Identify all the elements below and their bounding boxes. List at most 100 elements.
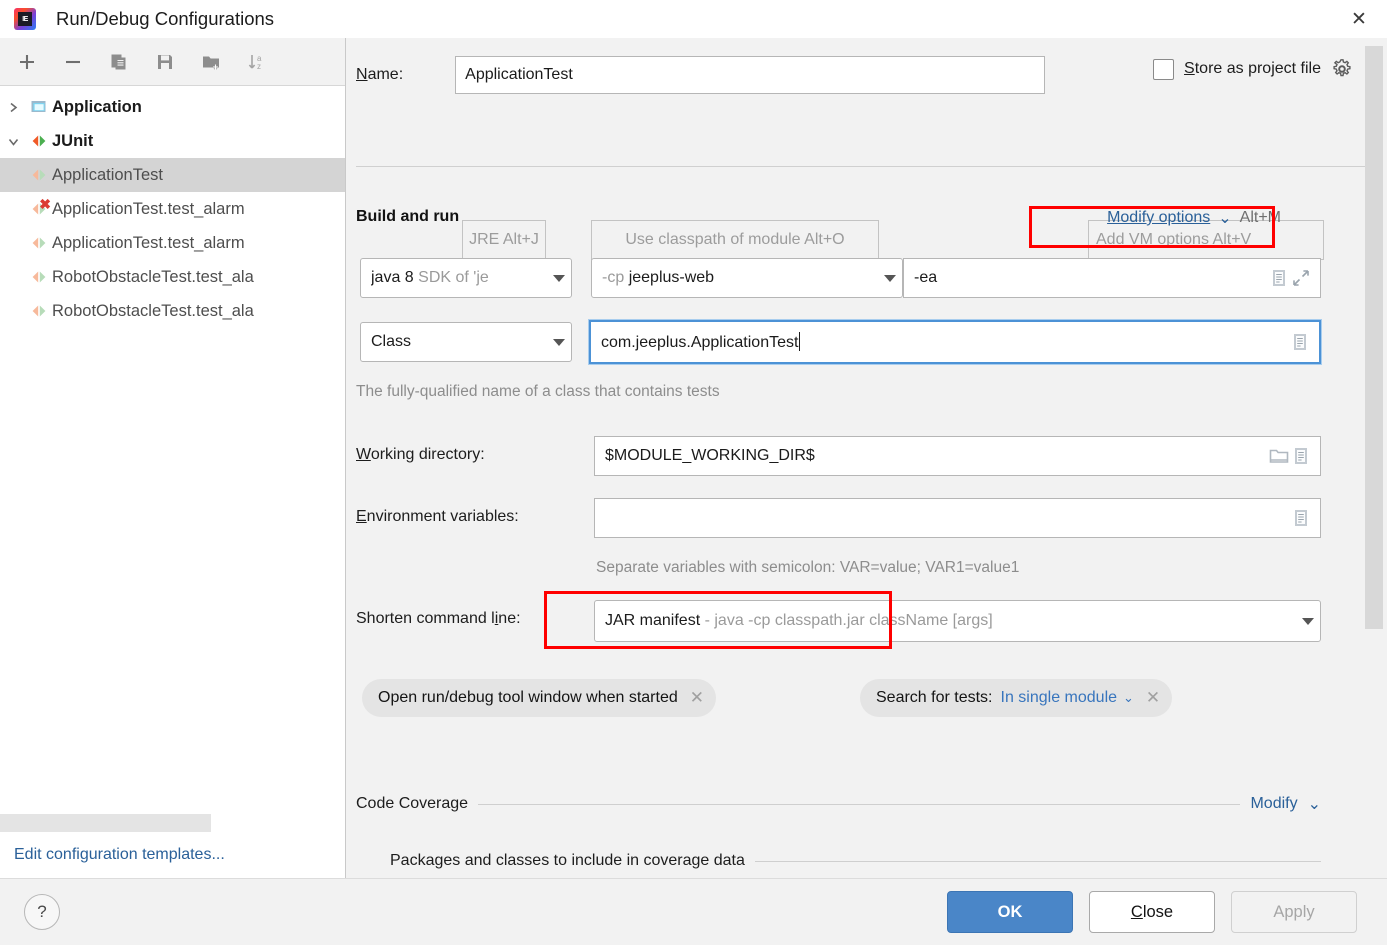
ok-button[interactable]: OK bbox=[947, 891, 1073, 933]
environment-variables-field[interactable] bbox=[594, 498, 1321, 538]
chip-search-for-tests-label: Search for tests: bbox=[876, 689, 993, 706]
footer-buttons: OK Close Apply bbox=[947, 891, 1357, 933]
test-kind-value: Class bbox=[371, 333, 412, 350]
configurations-sidebar: a z Application JUnit ApplicationTest ✖ … bbox=[0, 38, 346, 878]
expand-editor-icon[interactable] bbox=[1268, 269, 1290, 287]
modify-options-shortcut: Alt+M bbox=[1239, 209, 1281, 226]
chevron-down-icon[interactable]: ⌄ bbox=[1308, 794, 1321, 814]
name-input[interactable] bbox=[455, 56, 1046, 94]
vm-options-field[interactable]: -ea bbox=[903, 258, 1321, 298]
chip-open-tool-window-label: Open run/debug tool window when started bbox=[378, 689, 678, 706]
test-class-value: com.jeeplus.ApplicationTest bbox=[601, 332, 1289, 352]
tree-item-label: ApplicationTest.test_alarm bbox=[52, 233, 245, 252]
shorten-command-line-value: JAR manifest - java -cp classpath.jar cl… bbox=[605, 612, 1296, 630]
configurations-tree[interactable]: Application JUnit ApplicationTest ✖ Appl… bbox=[0, 86, 345, 832]
junit-run-icon bbox=[26, 166, 52, 184]
close-button[interactable]: Close bbox=[1089, 891, 1215, 933]
jre-combo[interactable]: java 8 SDK of 'je bbox=[360, 258, 572, 298]
save-configuration-button[interactable] bbox=[146, 45, 184, 79]
chevron-right-icon[interactable] bbox=[0, 101, 26, 114]
vm-options-shortcut-hint-text: Add VM options Alt+V bbox=[1096, 231, 1252, 248]
chip-open-tool-window[interactable]: Open run/debug tool window when started … bbox=[362, 679, 716, 717]
name-label: Name: bbox=[356, 66, 404, 83]
chip-search-for-tests-value[interactable]: In single module bbox=[1001, 689, 1118, 707]
chevron-down-icon[interactable] bbox=[0, 135, 26, 148]
chip-search-for-tests[interactable]: Search for tests: In single module ⌄ ✕ bbox=[860, 679, 1173, 717]
junit-run-icon: ✖ bbox=[26, 196, 52, 218]
help-button[interactable]: ? bbox=[24, 894, 60, 930]
copy-configuration-button[interactable] bbox=[100, 45, 138, 79]
dialog-title: Run/Debug Configurations bbox=[56, 8, 275, 29]
close-icon[interactable]: ✕ bbox=[690, 688, 704, 708]
logo-inner: IE bbox=[18, 12, 32, 26]
expand-editor-icon[interactable] bbox=[1290, 447, 1312, 465]
store-as-project-file-checkbox[interactable] bbox=[1153, 58, 1175, 80]
test-kind-combo[interactable]: Class bbox=[360, 322, 572, 362]
divider bbox=[754, 860, 1321, 862]
sort-configurations-button[interactable]: a z bbox=[238, 45, 276, 79]
tree-item-label: Application bbox=[52, 97, 142, 116]
dialog-body: a z Application JUnit ApplicationTest ✖ … bbox=[0, 38, 1387, 878]
working-directory-field[interactable]: $MODULE_WORKING_DIR$ bbox=[594, 436, 1321, 476]
module-classpath-combo[interactable]: -cp jeeplus-web bbox=[591, 258, 903, 298]
chevron-down-icon[interactable]: ⌄ bbox=[1218, 208, 1231, 228]
close-icon[interactable]: ✕ bbox=[1146, 688, 1160, 708]
new-folder-button[interactable] bbox=[192, 45, 230, 79]
tree-item-applicationtest-test-alarm-error[interactable]: ✖ ApplicationTest.test_alarm bbox=[0, 192, 345, 226]
classpath-shortcut-hint: Use classpath of module Alt+O bbox=[591, 220, 879, 260]
environment-variables-label: Environment variables: bbox=[356, 508, 519, 525]
tree-item-label: RobotObstacleTest.test_ala bbox=[52, 301, 254, 320]
shorten-command-line-label: Shorten command line: bbox=[356, 610, 521, 627]
divider bbox=[478, 803, 1241, 805]
jre-shortcut-hint: JRE Alt+J bbox=[462, 220, 546, 260]
tree-item-robotobstacletest-2[interactable]: RobotObstacleTest.test_ala bbox=[0, 294, 345, 328]
tree-group-application[interactable]: Application bbox=[0, 90, 345, 124]
shorten-command-line-combo[interactable]: JAR manifest - java -cp classpath.jar cl… bbox=[594, 600, 1321, 642]
test-class-field[interactable]: com.jeeplus.ApplicationTest bbox=[589, 320, 1321, 364]
scrollbar-thumb[interactable] bbox=[1365, 46, 1383, 629]
add-configuration-button[interactable] bbox=[8, 45, 46, 79]
coverage-packages-header: Packages and classes to include in cover… bbox=[390, 852, 1321, 870]
configuration-editor-panel: Name: Store as project file Build bbox=[346, 38, 1387, 878]
tree-item-applicationtest-test-alarm[interactable]: ApplicationTest.test_alarm bbox=[0, 226, 345, 260]
code-coverage-modify-link[interactable]: Modify bbox=[1250, 795, 1297, 813]
tree-item-label: JUnit bbox=[52, 131, 94, 150]
module-value-dim: -cp bbox=[602, 269, 625, 286]
code-coverage-title: Code Coverage bbox=[356, 795, 469, 812]
chevron-down-icon bbox=[884, 274, 896, 282]
tree-group-junit[interactable]: JUnit bbox=[0, 124, 345, 158]
tree-item-robotobstacletest-1[interactable]: RobotObstacleTest.test_ala bbox=[0, 260, 345, 294]
gear-icon[interactable] bbox=[1331, 58, 1353, 80]
modify-options-row: Modify options ⌄ Alt+M bbox=[1107, 208, 1281, 228]
code-coverage-section-header: Code Coverage Modify ⌄ bbox=[356, 794, 1321, 814]
junit-icon bbox=[26, 132, 52, 150]
junit-run-icon bbox=[26, 268, 52, 286]
coverage-packages-title: Packages and classes to include in cover… bbox=[390, 852, 745, 869]
tree-item-applicationtest[interactable]: ApplicationTest bbox=[0, 158, 345, 192]
expand-editor-icon[interactable] bbox=[1290, 509, 1312, 527]
error-badge-icon: ✖ bbox=[39, 196, 51, 212]
jre-value-dim: SDK of 'je bbox=[418, 269, 489, 286]
scrollbar-thumb[interactable] bbox=[0, 814, 211, 832]
junit-run-icon bbox=[26, 302, 52, 320]
sidebar-horizontal-scrollbar[interactable] bbox=[0, 814, 344, 832]
editor-vertical-scrollbar[interactable] bbox=[1365, 46, 1383, 878]
intellij-logo-icon: IE bbox=[14, 8, 36, 30]
run-debug-configurations-dialog: IE Run/Debug Configurations ✕ a z Applic… bbox=[0, 0, 1387, 945]
expand-arrows-icon[interactable] bbox=[1290, 269, 1312, 287]
application-icon bbox=[26, 98, 52, 116]
junit-run-icon bbox=[26, 234, 52, 252]
vm-options-value: -ea bbox=[914, 269, 938, 286]
browse-folder-icon[interactable] bbox=[1268, 447, 1290, 465]
shorten-value-dim: - java -cp classpath.jar className [args… bbox=[704, 612, 993, 629]
edit-configuration-templates-link[interactable]: Edit configuration templates... bbox=[14, 846, 225, 864]
jre-combo-value: java 8 SDK of 'je bbox=[371, 269, 547, 287]
close-icon[interactable]: ✕ bbox=[1331, 0, 1387, 38]
expand-editor-icon[interactable] bbox=[1289, 333, 1311, 351]
chevron-down-icon bbox=[553, 274, 565, 282]
chevron-down-icon[interactable]: ⌄ bbox=[1123, 690, 1134, 706]
remove-configuration-button[interactable] bbox=[54, 45, 92, 79]
tree-item-label: ApplicationTest.test_alarm bbox=[52, 199, 245, 218]
modify-options-link[interactable]: Modify options bbox=[1107, 209, 1210, 227]
dialog-footer: ? OK Close Apply bbox=[0, 878, 1387, 945]
